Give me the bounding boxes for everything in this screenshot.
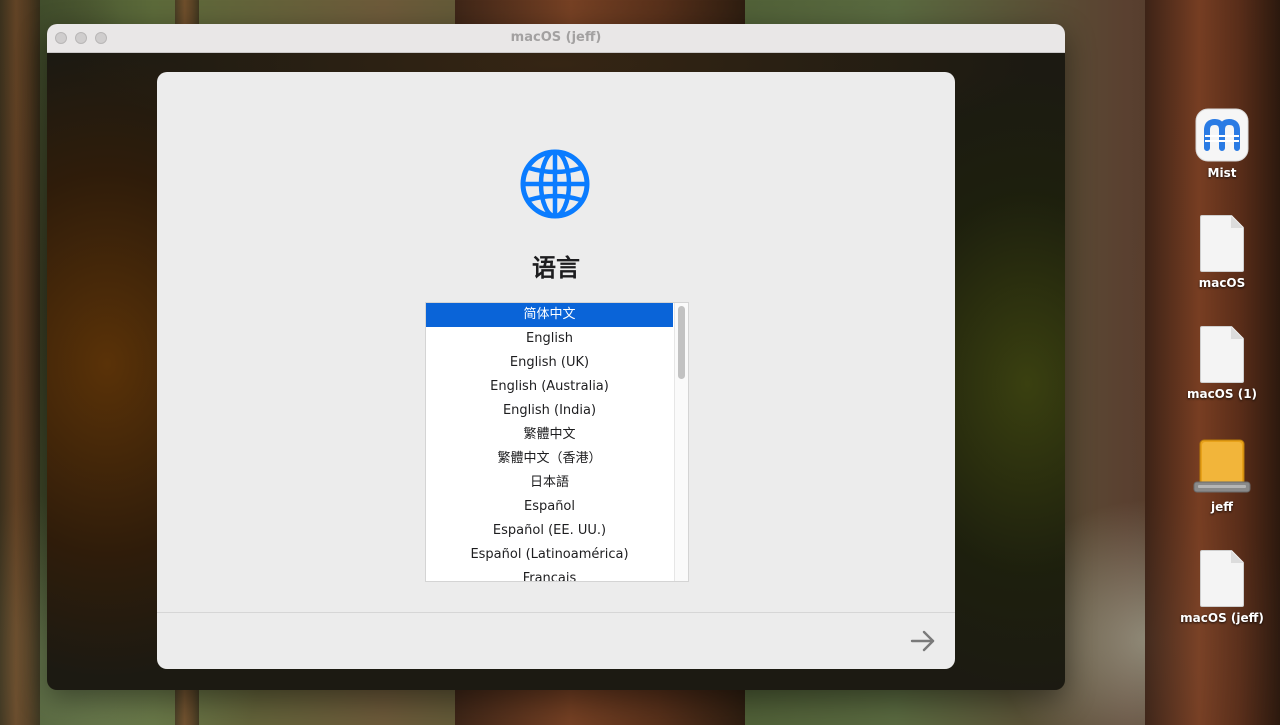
desktop-icon-label: macOS (jeff) <box>1180 611 1264 625</box>
desktop-icon-mist[interactable]: Mist <box>1177 108 1267 180</box>
mist-app-icon <box>1195 108 1249 162</box>
language-item[interactable]: Español (Latinoamérica) <box>426 543 673 567</box>
language-item-selected[interactable]: 简体中文 <box>426 303 673 327</box>
language-item[interactable]: English <box>426 327 673 351</box>
setup-panel: 语言 简体中文 English English (UK) English (Au… <box>157 72 955 669</box>
language-item[interactable]: English (Australia) <box>426 375 673 399</box>
language-item[interactable]: English (India) <box>426 399 673 423</box>
desktop-icon-macos-1[interactable]: macOS (1) <box>1177 326 1267 401</box>
language-list[interactable]: 简体中文 English English (UK) English (Austr… <box>425 302 689 582</box>
tree-trunk <box>0 0 40 725</box>
language-item[interactable]: 繁體中文 <box>426 423 673 447</box>
document-alias-icon <box>1200 326 1244 383</box>
arrow-right-icon <box>910 630 935 652</box>
language-item[interactable]: English (UK) <box>426 351 673 375</box>
external-drive-icon <box>1193 439 1251 493</box>
desktop-icon-macos-jeff[interactable]: macOS (jeff) <box>1177 550 1267 625</box>
language-item[interactable]: Français <box>426 567 673 581</box>
desktop-icon-label: Mist <box>1207 166 1237 180</box>
document-alias-icon <box>1200 550 1244 607</box>
desktop-icon-label: jeff <box>1211 500 1233 514</box>
language-item[interactable]: 繁體中文（香港） <box>426 447 673 471</box>
scrollbar[interactable] <box>674 303 688 581</box>
desktop-icon-jeff[interactable]: jeff <box>1177 438 1267 514</box>
scrollbar-thumb[interactable] <box>678 306 685 379</box>
desktop-icon-label: macOS (1) <box>1186 387 1258 401</box>
globe-icon <box>520 149 590 219</box>
language-item[interactable]: Español (EE. UU.) <box>426 519 673 543</box>
document-alias-icon <box>1200 215 1244 272</box>
page-title: 语言 <box>532 254 580 282</box>
desktop: macOS (jeff) 语言 简体中文 English English (UK… <box>0 0 1280 725</box>
window-title: macOS (jeff) <box>510 30 602 45</box>
desktop-icon-macos[interactable]: macOS <box>1177 215 1267 290</box>
language-item[interactable]: Español <box>426 495 673 519</box>
window-titlebar[interactable]: macOS (jeff) <box>47 24 1065 53</box>
next-button[interactable] <box>905 626 941 656</box>
language-item[interactable]: 日本語 <box>426 471 673 495</box>
footer-divider <box>157 612 955 613</box>
installer-window: macOS (jeff) 语言 简体中文 English English (UK… <box>47 24 1065 690</box>
desktop-icon-label: macOS <box>1198 276 1246 290</box>
